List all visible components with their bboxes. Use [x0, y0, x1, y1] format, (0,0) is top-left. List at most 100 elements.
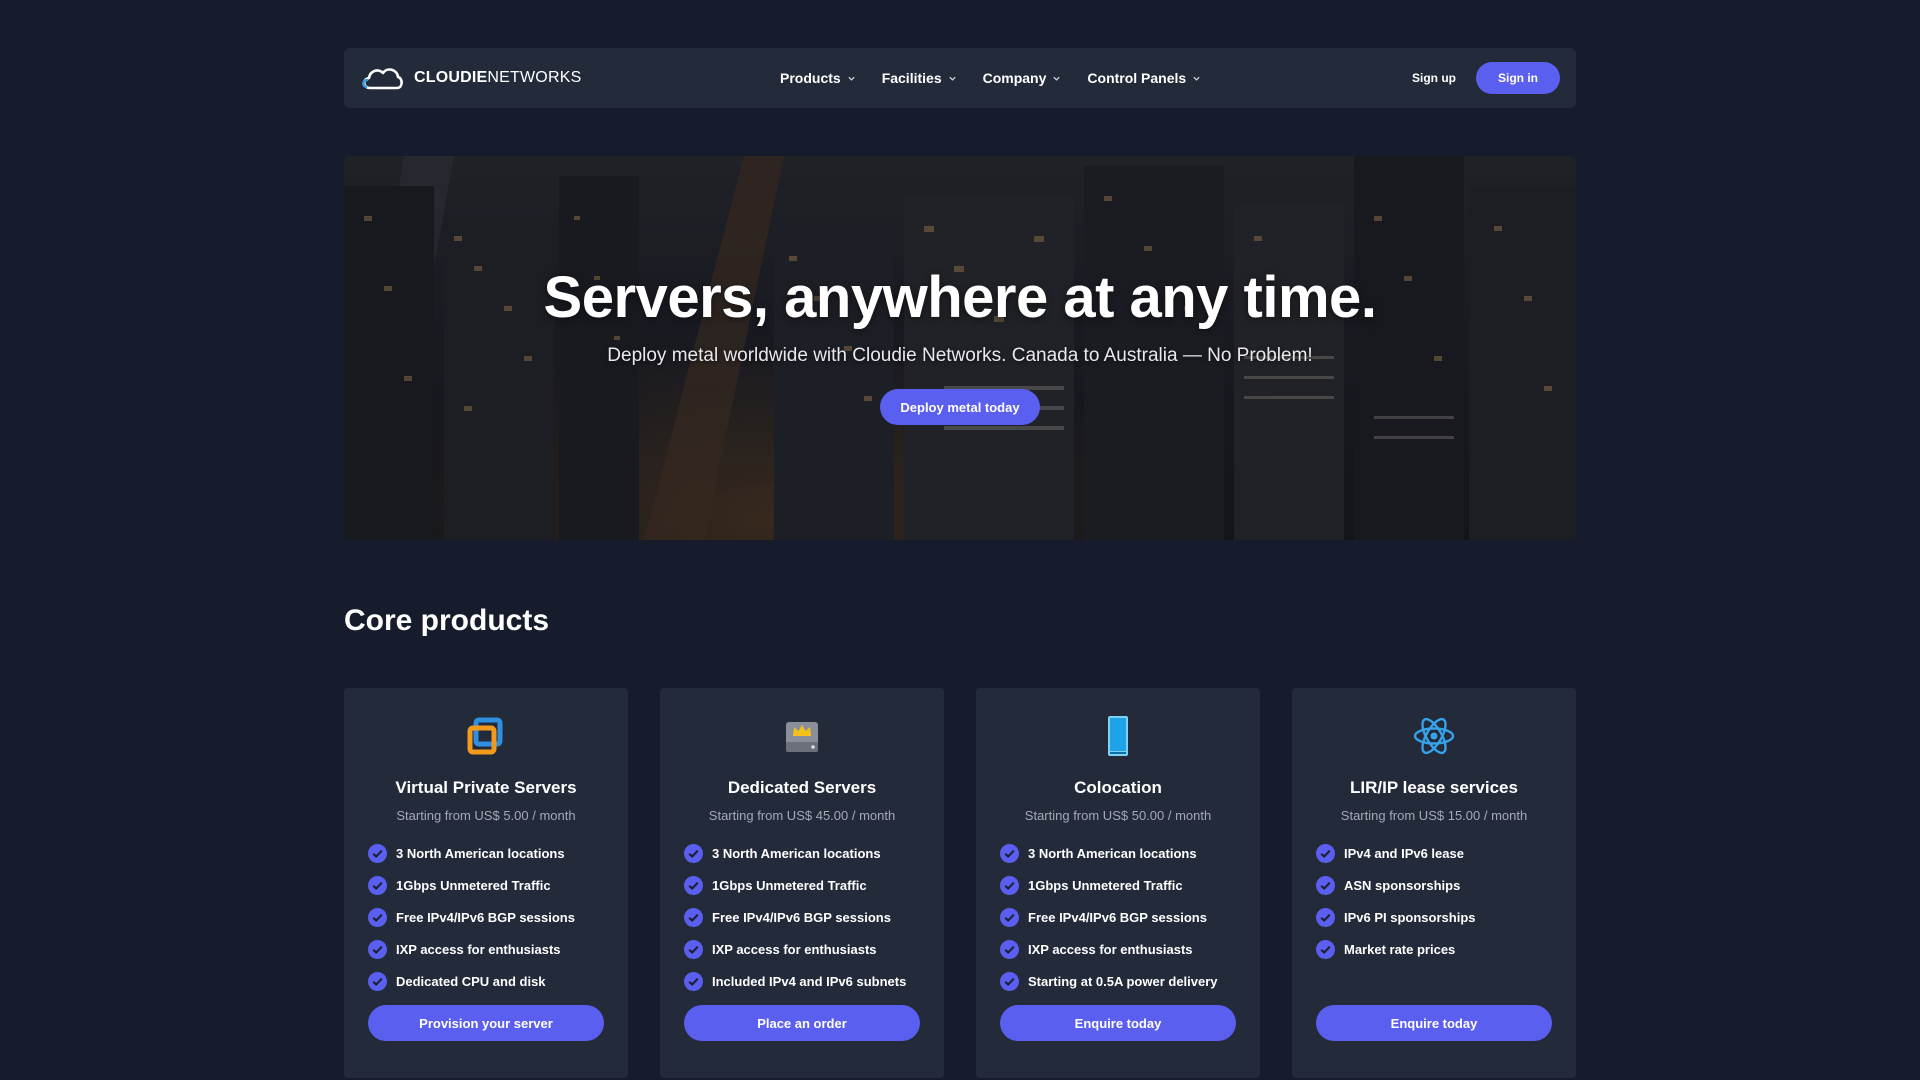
product-cards: Virtual Private Servers Starting from US…	[344, 688, 1576, 1078]
feature-text: Free IPv4/IPv6 BGP sessions	[712, 909, 891, 925]
brand[interactable]: CLOUDIENETWORKS	[360, 63, 780, 93]
place-order-button[interactable]: Place an order	[684, 1005, 920, 1041]
card-title: Dedicated Servers	[727, 778, 877, 797]
card-title: Colocation	[1074, 778, 1162, 797]
feature-item: IPv6 PI sponsorships	[1316, 901, 1552, 933]
hero-subtitle: Deploy metal worldwide with Cloudie Netw…	[607, 345, 1313, 366]
feature-text: Starting at 0.5A power delivery	[1028, 973, 1218, 989]
hero-title: Servers, anywhere at any time.	[543, 265, 1377, 330]
feature-list: 3 North American locations 1Gbps Unmeter…	[1000, 837, 1236, 997]
atom-icon	[1413, 717, 1455, 755]
check-circle-icon	[1000, 939, 1019, 959]
feature-item: IXP access for enthusiasts	[684, 933, 920, 965]
rack-icon	[1108, 716, 1128, 756]
feature-text: Dedicated CPU and disk	[396, 973, 546, 989]
core-products-heading: Core products	[344, 604, 550, 637]
check-circle-icon	[368, 939, 387, 959]
check-circle-icon	[684, 875, 703, 895]
feature-item: Dedicated CPU and disk	[368, 965, 604, 997]
check-circle-icon	[368, 843, 387, 863]
card-price: Starting from US$ 5.00 / month	[396, 808, 576, 823]
vps-windows-icon	[467, 717, 503, 755]
feature-item: IXP access for enthusiasts	[1000, 933, 1236, 965]
signin-button[interactable]: Sign in	[1476, 62, 1560, 94]
feature-item: 3 North American locations	[368, 837, 604, 869]
brand-name: CLOUDIENETWORKS	[414, 69, 582, 86]
product-card-vps: Virtual Private Servers Starting from US…	[344, 688, 628, 1078]
feature-item: 3 North American locations	[1000, 837, 1236, 869]
check-circle-icon	[1316, 939, 1335, 959]
feature-list: 3 North American locations 1Gbps Unmeter…	[684, 837, 920, 997]
server-crown-icon	[786, 722, 818, 752]
feature-text: Market rate prices	[1344, 941, 1456, 957]
chevron-down-icon	[848, 76, 855, 81]
feature-text: IPv6 PI sponsorships	[1344, 909, 1476, 925]
product-card-lir: LIR/IP lease services Starting from US$ …	[1292, 688, 1576, 1078]
feature-item: ASN sponsorships	[1316, 869, 1552, 901]
feature-item: 1Gbps Unmetered Traffic	[368, 869, 604, 901]
nav-company-label: Company	[982, 70, 1047, 86]
feature-text: Free IPv4/IPv6 BGP sessions	[396, 909, 575, 925]
product-card-colocation: Colocation Starting from US$ 50.00 / mon…	[976, 688, 1260, 1078]
enquire-colocation-button[interactable]: Enquire today	[1000, 1005, 1236, 1041]
nav-products-label: Products	[780, 70, 841, 86]
nav-control-panels[interactable]: Control Panels	[1087, 70, 1201, 86]
hero-content: Servers, anywhere at any time. Deploy me…	[344, 156, 1576, 540]
enquire-lir-button[interactable]: Enquire today	[1316, 1005, 1552, 1041]
product-card-dedicated: Dedicated Servers Starting from US$ 45.0…	[660, 688, 944, 1078]
nav-company[interactable]: Company	[983, 70, 1062, 86]
chevron-down-icon	[948, 76, 956, 81]
check-circle-icon	[1316, 843, 1335, 863]
feature-text: 1Gbps Unmetered Traffic	[1028, 877, 1183, 893]
nav-facilities-label: Facilities	[881, 70, 942, 86]
check-circle-icon	[368, 907, 387, 927]
feature-item: 3 North American locations	[684, 837, 920, 869]
feature-text: 1Gbps Unmetered Traffic	[712, 877, 867, 893]
nav-facilities[interactable]: Facilities	[882, 70, 957, 86]
check-circle-icon	[1000, 907, 1019, 927]
card-price: Starting from US$ 50.00 / month	[1024, 808, 1212, 823]
feature-text: 1Gbps Unmetered Traffic	[396, 877, 551, 893]
check-circle-icon	[684, 939, 703, 959]
feature-text: IXP access for enthusiasts	[712, 941, 877, 957]
deploy-metal-button[interactable]: Deploy metal today	[880, 389, 1040, 425]
check-circle-icon	[1316, 907, 1335, 927]
feature-item: Free IPv4/IPv6 BGP sessions	[368, 901, 604, 933]
check-circle-icon	[1316, 875, 1335, 895]
feature-list: IPv4 and IPv6 lease ASN sponsorships IPv…	[1316, 837, 1552, 997]
check-circle-icon	[1000, 875, 1019, 895]
nav-control-panels-label: Control Panels	[1087, 70, 1187, 86]
check-circle-icon	[684, 843, 703, 863]
card-price: Starting from US$ 45.00 / month	[708, 808, 896, 823]
feature-item: Market rate prices	[1316, 933, 1552, 965]
feature-item: Included IPv4 and IPv6 subnets	[684, 965, 920, 997]
main-menu: Products Facilities Company Control Pane…	[780, 70, 1412, 86]
feature-item: IPv4 and IPv6 lease	[1316, 837, 1552, 869]
feature-item: Starting at 0.5A power delivery	[1000, 965, 1236, 997]
feature-text: IXP access for enthusiasts	[1028, 941, 1193, 957]
feature-item: Free IPv4/IPv6 BGP sessions	[684, 901, 920, 933]
feature-text: IPv4 and IPv6 lease	[1344, 845, 1464, 861]
check-circle-icon	[684, 971, 703, 991]
feature-text: Free IPv4/IPv6 BGP sessions	[1028, 909, 1207, 925]
feature-text: 3 North American locations	[712, 845, 881, 861]
feature-list: 3 North American locations 1Gbps Unmeter…	[368, 837, 604, 997]
feature-text: ASN sponsorships	[1344, 877, 1461, 893]
feature-item: Free IPv4/IPv6 BGP sessions	[1000, 901, 1236, 933]
chevron-down-icon	[1053, 76, 1061, 81]
check-circle-icon	[1000, 843, 1019, 863]
check-circle-icon	[368, 971, 387, 991]
provision-server-button[interactable]: Provision your server	[368, 1005, 604, 1041]
nav-products[interactable]: Products	[780, 70, 856, 86]
signup-link[interactable]: Sign up	[1412, 71, 1456, 85]
chevron-down-icon	[1193, 76, 1200, 81]
auth-links: Sign up Sign in	[1412, 62, 1560, 94]
feature-item: IXP access for enthusiasts	[368, 933, 604, 965]
feature-item: 1Gbps Unmetered Traffic	[1000, 869, 1236, 901]
card-price: Starting from US$ 15.00 / month	[1340, 808, 1528, 823]
hero-banner: Servers, anywhere at any time. Deploy me…	[344, 156, 1576, 540]
card-title: Virtual Private Servers	[395, 778, 577, 797]
top-navbar: CLOUDIENETWORKS Products Facilities Comp…	[344, 48, 1576, 108]
cloud-icon	[362, 68, 403, 90]
check-circle-icon	[684, 907, 703, 927]
